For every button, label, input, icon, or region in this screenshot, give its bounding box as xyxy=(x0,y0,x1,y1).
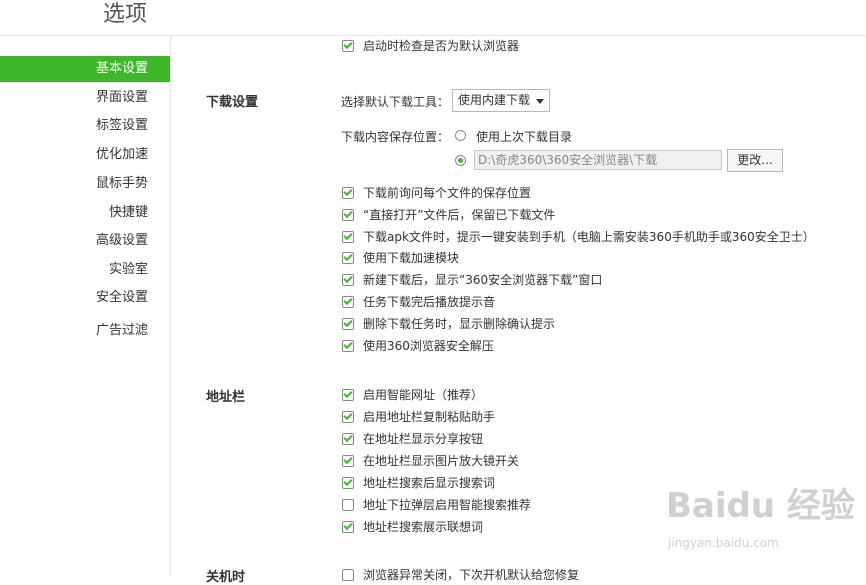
checkbox[interactable] xyxy=(342,230,354,243)
checkbox[interactable] xyxy=(342,454,354,467)
download-option-row[interactable]: 删除下载任务时，显示删除确认提示 xyxy=(342,315,555,332)
download-tool-value: 使用内建下载 xyxy=(458,93,531,107)
download-path-input[interactable]: D:\奇虎360\360安全浏览器\下载 xyxy=(474,150,722,170)
download-tool-select[interactable]: 使用内建下载 xyxy=(452,89,550,112)
addressbar-option-row[interactable]: 地址栏搜索展示联想词 xyxy=(342,518,483,535)
checkbox-label: 删除下载任务时，显示删除确认提示 xyxy=(363,317,556,331)
checkbox[interactable] xyxy=(342,273,354,286)
download-option-row[interactable]: 任务下载完后播放提示音 xyxy=(342,293,495,310)
checkbox[interactable] xyxy=(342,432,354,445)
addressbar-option-row[interactable]: 启用智能网址（推荐） xyxy=(342,386,483,403)
checkbox-label: 使用下载加速模块 xyxy=(363,251,460,265)
checkbox-label: 启动时检查是否为默认浏览器 xyxy=(363,39,520,53)
checkbox[interactable] xyxy=(342,498,354,511)
sidebar: 基本设置 界面设置 标签设置 优化加速 鼠标手势 快捷键 高级设置 实验室 安全… xyxy=(0,36,171,575)
checkbox-label: 在地址栏显示图片放大镜开关 xyxy=(363,454,520,468)
checkbox-label: 新建下载后，显示“360安全浏览器下载”窗口 xyxy=(363,273,603,287)
baidu-watermark-logo: Baidu 经验 xyxy=(666,486,855,526)
checkbox[interactable] xyxy=(342,520,354,533)
checkbox[interactable] xyxy=(342,388,354,401)
sidebar-item-security[interactable]: 安全设置 xyxy=(96,285,148,311)
sidebar-item-lab[interactable]: 实验室 xyxy=(109,257,148,283)
radio-custom-dir[interactable] xyxy=(455,155,466,166)
download-option-row[interactable]: 使用下载加速模块 xyxy=(342,249,459,266)
sidebar-item-interface[interactable]: 界面设置 xyxy=(96,85,148,111)
checkbox[interactable] xyxy=(342,295,354,308)
radio-last-dir[interactable] xyxy=(455,130,466,141)
sidebar-item-tabs[interactable]: 标签设置 xyxy=(96,113,148,139)
sidebar-item-adblock[interactable]: 广告过滤 xyxy=(96,318,148,344)
radio-last-dir-label: 使用上次下载目录 xyxy=(476,130,573,144)
checkbox-label: 使用360浏览器安全解压 xyxy=(363,339,494,353)
chevron-down-icon xyxy=(536,99,544,104)
download-option-row[interactable]: “直接打开”文件后，保留已下载文件 xyxy=(342,206,555,223)
checkbox-label: “直接打开”文件后，保留已下载文件 xyxy=(363,208,556,222)
addressbar-option-row[interactable]: 启用地址栏复制粘贴助手 xyxy=(342,408,495,425)
sidebar-item-shortcuts[interactable]: 快捷键 xyxy=(109,200,148,226)
sidebar-item-advanced[interactable]: 高级设置 xyxy=(96,228,148,254)
download-option-row[interactable]: 下载前询问每个文件的保存位置 xyxy=(342,184,531,201)
checkbox[interactable] xyxy=(342,208,354,221)
checkbox[interactable] xyxy=(342,251,354,264)
checkbox-label: 下载apk文件时，提示一键安装到手机（电脑上需安装360手机助手或360安全卫士… xyxy=(363,230,815,244)
checkbox-label: 启用地址栏复制粘贴助手 xyxy=(363,410,496,424)
checkbox[interactable] xyxy=(342,186,354,199)
checkbox-label: 任务下载完后播放提示音 xyxy=(363,295,496,309)
checkbox-label: 地址栏搜索后显示搜索词 xyxy=(363,476,496,490)
download-option-row[interactable]: 新建下载后，显示“360安全浏览器下载”窗口 xyxy=(342,271,602,288)
checkbox-label: 启用智能网址（推荐） xyxy=(363,388,484,402)
section-shutdown-label: 关机时 xyxy=(206,570,246,585)
download-tool-label: 选择默认下载工具： xyxy=(341,95,450,109)
checkbox[interactable] xyxy=(342,410,354,423)
sidebar-item-basic[interactable]: 基本设置 xyxy=(0,56,170,82)
checkbox-label: 地址栏搜索展示联想词 xyxy=(363,520,484,534)
section-addressbar-label: 地址栏 xyxy=(206,390,246,405)
addressbar-option-row[interactable]: 地址下拉弹层启用智能搜索推荐 xyxy=(342,496,531,513)
baidu-watermark-url: jingyan.baidu.com xyxy=(668,536,779,550)
page-title: 选项 xyxy=(103,2,148,27)
section-download-label: 下载设置 xyxy=(206,95,259,110)
sidebar-item-gestures[interactable]: 鼠标手势 xyxy=(96,171,148,197)
checkbox[interactable] xyxy=(342,339,354,352)
checkbox[interactable] xyxy=(342,476,354,489)
download-option-row[interactable]: 下载apk文件时，提示一键安装到手机（电脑上需安装360手机助手或360安全卫士… xyxy=(342,228,815,245)
download-save-label: 下载内容保存位置： xyxy=(341,130,450,144)
change-path-button[interactable]: 更改... xyxy=(727,149,783,172)
checkbox[interactable] xyxy=(342,317,354,330)
checkbox-label: 在地址栏显示分享按钮 xyxy=(363,432,484,446)
checkbox-label: 下载前询问每个文件的保存位置 xyxy=(363,186,532,200)
addressbar-option-row[interactable]: 在地址栏显示分享按钮 xyxy=(342,430,483,447)
addressbar-option-row[interactable]: 地址栏搜索后显示搜索词 xyxy=(342,474,495,491)
sidebar-item-optimize[interactable]: 优化加速 xyxy=(96,142,148,168)
addressbar-option-row[interactable]: 在地址栏显示图片放大镜开关 xyxy=(342,452,519,469)
download-option-row[interactable]: 使用360浏览器安全解压 xyxy=(342,337,494,354)
startup-default-check-row[interactable]: 启动时检查是否为默认浏览器 xyxy=(342,37,519,54)
checkbox-label: 地址下拉弹层启用智能搜索推荐 xyxy=(363,498,532,512)
checkbox[interactable] xyxy=(342,39,354,52)
